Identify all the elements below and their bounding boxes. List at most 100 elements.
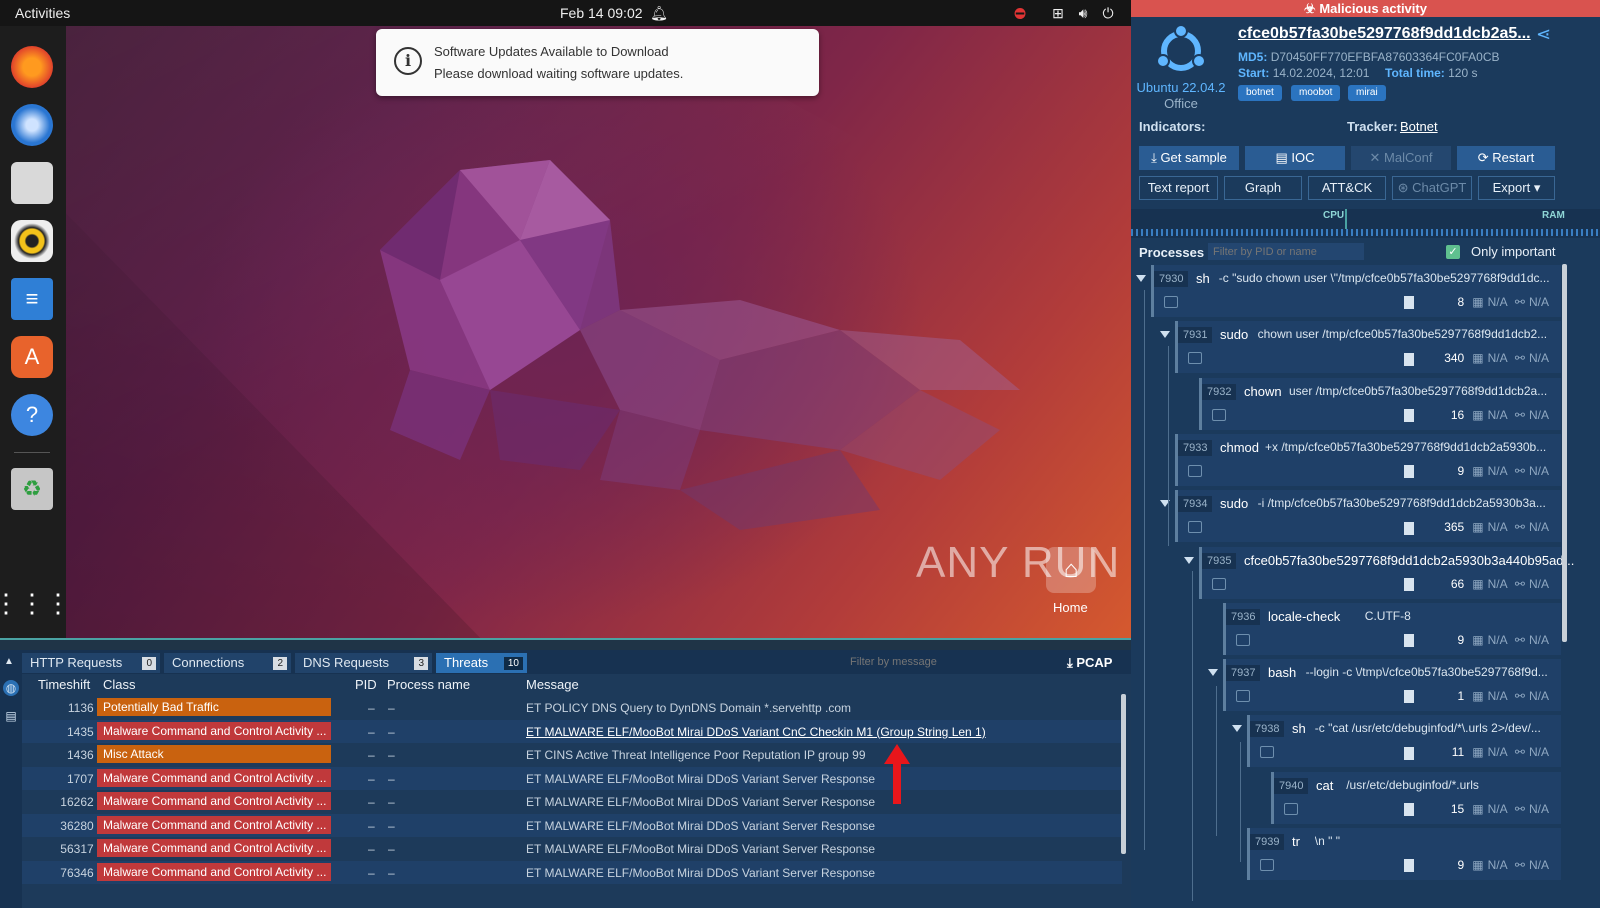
text-report-button[interactable]: Text report [1139, 176, 1218, 200]
threat-row[interactable]: 1136 ms Potentially Bad Traffic – – ET POLIC… [22, 696, 1122, 719]
attack-button[interactable]: ATT&CK [1308, 176, 1386, 200]
globe-icon[interactable]: ◍ [3, 680, 19, 696]
col-process-name[interactable]: Process name [387, 677, 470, 692]
tag-botnet[interactable]: botnet [1238, 85, 1282, 101]
process-args: -c "sudo chown user \"/tmp/cfce0b57fa30b… [1218, 271, 1550, 285]
threat-row[interactable]: 1435 ms Malware Command and Control Activ… [22, 719, 1122, 743]
network-value: N/A [1528, 858, 1549, 872]
process-scrollbar[interactable] [1562, 264, 1567, 642]
sample-hash-link[interactable]: cfce0b57fa30be5297768f9dd1dcb2a5... [1238, 25, 1531, 43]
threat-row[interactable]: 76346 ms Malware Command and Control Acti… [22, 860, 1122, 884]
tab-threats[interactable]: Threats 10 [436, 653, 527, 673]
process-filter-input[interactable] [1208, 243, 1364, 260]
process-name: cfce0b57fa30be5297768f9dd1dcb2a5930b3a44… [1244, 552, 1575, 568]
pcap-download-button[interactable]: ⤓ PCAP [1067, 655, 1112, 671]
registry-icon: ▦ [1472, 407, 1484, 422]
power-icon[interactable]: ⏻ [1099, 4, 1117, 22]
app-grid-icon[interactable]: ⋮⋮⋮ [0, 582, 71, 624]
vm-desktop[interactable]: ANY RUN ⌂ Home [0, 0, 1131, 650]
file-icon [1404, 803, 1415, 817]
window-icon [1260, 859, 1274, 871]
network-icon[interactable]: ⊞ [1049, 4, 1067, 22]
clock[interactable]: Feb 14 09:02 [560, 5, 643, 21]
tag-moobot[interactable]: moobot [1291, 85, 1341, 101]
threats-scrollbar[interactable] [1121, 694, 1126, 854]
threats-table-header: Timeshift Class PID Process name Message [22, 674, 1122, 694]
get-sample-button[interactable]: ⤓ Get sample [1139, 146, 1239, 170]
threat-row[interactable]: 1436 ms Misc Attack – – ET CINS Active Threa… [22, 743, 1122, 766]
malconf-button[interactable]: ✕ MalConf [1351, 146, 1451, 170]
document-icon[interactable]: ▤ [3, 708, 19, 724]
process-node[interactable]: 7938 sh -c "cat /usr/etc/debuginfod/*\.url… [1247, 715, 1561, 768]
panel-divider[interactable] [0, 638, 1131, 650]
rhythmbox-icon[interactable] [11, 220, 53, 262]
tag-mirai[interactable]: mirai [1348, 85, 1386, 101]
process-node[interactable]: 7939 tr \n " " 9 ▦ N/A ⚯ N/A [1247, 828, 1561, 880]
tab-dns-requests[interactable]: DNS Requests 3 [295, 653, 432, 673]
threat-row[interactable]: 16262 ms Malware Command and Control Acti… [22, 790, 1122, 813]
process-node[interactable]: 7934 sudo -i /tmp/cfce0b57fa30be5297768f9d… [1175, 490, 1561, 543]
process-node[interactable]: 7937 bash --login -c \/tmp\/cfce0b57fa30be… [1223, 659, 1561, 712]
trash-icon[interactable]: ♻ [11, 468, 53, 510]
network-icon: ⚯ [1514, 576, 1525, 591]
row-message: ET POLICY DNS Query to DynDNS Domain *.s… [526, 701, 852, 715]
chatgpt-button[interactable]: ⊛ ChatGPT [1392, 176, 1472, 200]
tree-connector [1168, 346, 1169, 546]
jellyfish-wallpaper [380, 160, 1020, 530]
expand-toggle-icon[interactable] [1160, 331, 1170, 339]
only-important-checkbox[interactable]: ✓ [1446, 245, 1460, 259]
threat-row[interactable]: 1707 ms Malware Command and Control Activ… [22, 766, 1122, 790]
threat-row[interactable]: 56317 ms Malware Command and Control Acti… [22, 837, 1122, 860]
share-icon[interactable]: ⋖ [1536, 24, 1551, 45]
home-folder-icon[interactable]: ⌂ [1046, 547, 1096, 593]
network-icon: ⚯ [1514, 745, 1525, 760]
process-node[interactable]: 7940 cat/usr/etc/debuginfod/*.urls 15 ▦ N/A … [1271, 771, 1561, 824]
process-node[interactable]: 7931 sudo chown user /tmp/cfce0b57fa30be52… [1175, 321, 1561, 374]
network-value: N/A [1528, 689, 1549, 704]
ioc-button[interactable]: ▤ IOC [1245, 146, 1345, 170]
thunderbird-icon[interactable] [11, 104, 53, 146]
col-pid[interactable]: PID [355, 677, 377, 692]
expand-toggle-icon[interactable] [1136, 275, 1146, 282]
process-node[interactable]: 7930 sh -c "sudo chown user \"/tmp/cfce0b5… [1151, 265, 1561, 317]
cpu-ram-separator [1345, 209, 1347, 230]
collapse-caret-icon[interactable]: ▲ [4, 656, 14, 667]
process-node[interactable]: 7935 cfce0b57fa30be5297768f9dd1dcb2a5930b… [1199, 546, 1574, 599]
software-center-icon[interactable]: A [11, 336, 53, 378]
col-timeshift[interactable]: Timeshift [38, 677, 90, 692]
process-node[interactable]: 7933 chmod +x /tmp/cfce0b57fa30be5297768f9… [1175, 433, 1561, 486]
graph-button[interactable]: Graph [1224, 176, 1302, 200]
registry-icon: ▦ [1472, 520, 1484, 535]
threat-row[interactable]: 36280 ms Malware Command and Control Acti… [22, 813, 1122, 837]
expand-toggle-icon[interactable] [1208, 669, 1218, 677]
registry-value: N/A [1487, 576, 1508, 591]
do-not-disturb-icon[interactable]: ⛔︎ [1011, 4, 1029, 22]
window-icon [1212, 408, 1226, 421]
process-node[interactable]: 7936 locale-check C.UTF-8 9 ▦ N/A ⚯ N/A [1223, 602, 1561, 655]
expand-toggle-icon[interactable] [1184, 556, 1194, 564]
update-notification[interactable]: i Software Updates Available to Download… [376, 29, 819, 96]
export-button[interactable]: Export ▾ [1478, 176, 1555, 200]
registry-icon: ▦ [1472, 745, 1484, 760]
files-icon[interactable] [11, 162, 53, 204]
red-arrow-annotation [884, 744, 910, 804]
file-icon [1404, 690, 1415, 704]
bell-icon[interactable]: 🔔︎ [650, 4, 668, 22]
col-message[interactable]: Message [526, 677, 579, 692]
expand-toggle-icon[interactable] [1232, 725, 1242, 733]
process-args: chown user /tmp/cfce0b57fa30be5297768f9d… [1257, 327, 1548, 342]
writer-icon[interactable]: ≡ [11, 278, 53, 320]
filter-by-message-input[interactable] [846, 654, 1044, 670]
tab-http-requests[interactable]: HTTP Requests 0 [22, 653, 160, 673]
process-node[interactable]: 7932 chown user /tmp/cfce0b57fa30be5297768… [1199, 377, 1561, 430]
activities-button[interactable]: Activities [15, 5, 70, 21]
firefox-icon[interactable] [11, 46, 53, 88]
tab-connections[interactable]: Connections 2 [164, 653, 291, 673]
help-icon[interactable]: ? [11, 394, 53, 436]
restart-button[interactable]: ⟳ Restart [1457, 146, 1555, 170]
process-stats: 15 ▦ N/A ⚯ N/A [1404, 802, 1553, 817]
tracker-link[interactable]: Botnet [1400, 119, 1438, 134]
volume-icon[interactable]: 🔊︎ [1074, 4, 1092, 22]
process-stats: 9 ▦ N/A ⚯ N/A [1404, 464, 1553, 479]
col-class[interactable]: Class [103, 677, 136, 692]
